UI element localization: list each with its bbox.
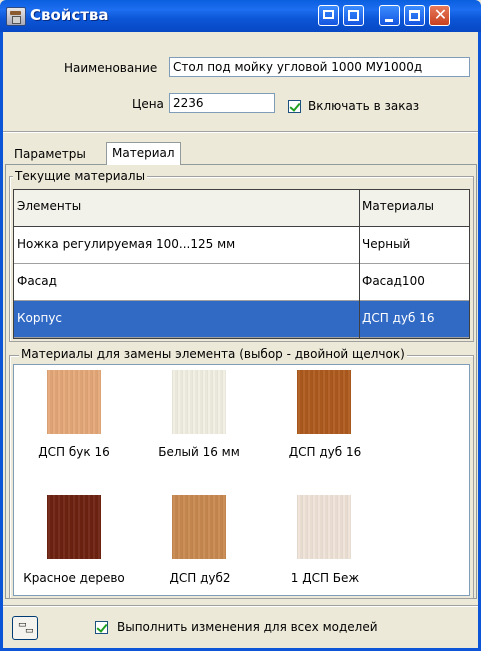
materials-list[interactable]: ДСП бук 16 Белый 16 мм ДСП дуб 16 Красно… [13, 364, 470, 596]
table-row-element-selected[interactable]: Корпус [14, 301, 359, 338]
material-swatch[interactable] [47, 370, 101, 434]
extra-button-1[interactable] [318, 5, 339, 26]
material-swatch[interactable] [297, 370, 351, 434]
material-label[interactable]: Красное дерево [14, 571, 134, 585]
column-header-materials[interactable]: Материалы [359, 190, 469, 227]
divider [3, 605, 478, 607]
replacement-materials-title: Материалы для замены элемента (выбор - д… [19, 347, 407, 361]
current-materials-title: Текущие материалы [13, 169, 148, 183]
extra-button-2[interactable] [343, 5, 364, 26]
name-field[interactable]: Стол под мойку угловой 1000 МУ1000д [169, 57, 470, 77]
column-divider [359, 190, 360, 338]
properties-icon-2: ▭ [25, 626, 34, 636]
material-label[interactable]: 1 ДСП Беж [265, 571, 385, 585]
apply-all-models-checkbox[interactable] [95, 621, 108, 634]
include-in-order-label: Включать в заказ [308, 99, 420, 113]
close-icon: ✕ [433, 5, 448, 24]
close-button[interactable]: ✕ [429, 5, 450, 26]
name-label: Наименование [64, 61, 158, 75]
material-swatch[interactable] [47, 495, 101, 559]
column-header-elements[interactable]: Элементы [14, 190, 359, 227]
divider [3, 131, 478, 133]
material-swatch[interactable] [172, 370, 226, 434]
window-title: Свойства [30, 6, 109, 24]
price-field[interactable]: 2236 [169, 93, 275, 113]
table-row-element[interactable]: Фасад [14, 264, 359, 301]
tab-material[interactable]: Материал [106, 142, 181, 165]
restore-icon [348, 10, 359, 21]
material-label[interactable]: Белый 16 мм [139, 445, 259, 459]
table-row-material-selected[interactable]: ДСП дуб 16 [359, 301, 469, 338]
table-row-material[interactable]: Черный [359, 227, 469, 264]
material-swatch[interactable] [172, 495, 226, 559]
title-bar[interactable]: Свойства ✕ [0, 0, 481, 32]
price-label: Цена [132, 97, 164, 111]
properties-button[interactable]: ▭ ▭ [12, 616, 38, 640]
apply-all-models-label: Выполнить изменения для всех моделей [117, 620, 378, 634]
window-icon [323, 10, 334, 19]
table-row-element[interactable]: Ножка регулируемая 100...125 мм [14, 227, 359, 264]
material-label[interactable]: ДСП дуб2 [140, 571, 260, 585]
tab-parameters[interactable]: Параметры [9, 144, 91, 166]
include-in-order-checkbox[interactable] [288, 100, 301, 113]
maximize-button[interactable] [404, 5, 425, 26]
materials-table[interactable]: Элементы Материалы Ножка регулируемая 10… [13, 189, 470, 339]
app-icon [6, 7, 26, 26]
table-row-material[interactable]: Фасад100 [359, 264, 469, 301]
minimize-icon [385, 19, 393, 22]
material-label[interactable]: ДСП дуб 16 [265, 445, 385, 459]
material-swatch[interactable] [297, 495, 351, 559]
minimize-button[interactable] [379, 5, 400, 26]
maximize-icon [409, 10, 420, 21]
material-label[interactable]: ДСП бук 16 [14, 445, 134, 459]
